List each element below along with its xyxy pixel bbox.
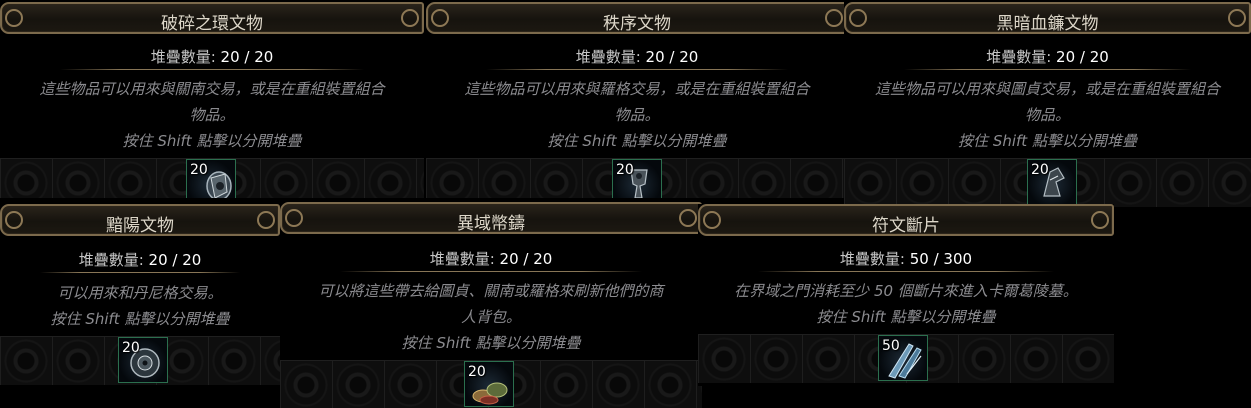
item-slot[interactable]: 20: [186, 159, 236, 198]
tooltip-exotic-coinage: 異域幣鑄 堆疊數量: 20 / 20 可以將這些帶去給圖貞、關南或羅格來刷新他們…: [280, 202, 702, 408]
stack-label: 堆疊數量:: [986, 48, 1057, 66]
stack-label: 堆疊數量:: [839, 250, 910, 268]
stack-label: 堆疊數量:: [575, 48, 646, 66]
separator: [758, 271, 1054, 272]
stack-quantity: 20: [122, 340, 140, 356]
description-line: 在界域之門消耗至少 50 個斷片來進入卡爾葛陵墓。: [734, 282, 1078, 300]
separator: [486, 69, 788, 70]
stack-value: 50 / 300: [909, 250, 973, 268]
stack-size: 堆疊數量: 20 / 20: [0, 46, 424, 67]
split-stack-hint: 按住 Shift 點擊以分開堆疊: [401, 334, 581, 352]
tooltip-header: 秩序文物: [426, 2, 848, 34]
item-slot[interactable]: 20: [118, 337, 168, 383]
stack-value: 20 / 20: [1056, 48, 1109, 66]
stack-quantity: 50: [882, 338, 900, 354]
item-slot[interactable]: 50: [878, 335, 928, 381]
item-title: 黑暗血鐮文物: [996, 14, 1099, 34]
item-slot[interactable]: 20: [1027, 159, 1077, 205]
stack-value: 20 / 20: [148, 251, 202, 269]
description-line: 這些物品可以用來與羅格交易，或是在重組裝置組合: [464, 80, 810, 98]
split-stack-hint: 按住 Shift 點擊以分開堆疊: [50, 310, 230, 328]
stack-size: 堆疊數量: 20 / 20: [0, 249, 280, 270]
item-title: 符文斷片: [872, 216, 940, 236]
tooltip-order-artifact: 秩序文物 堆疊數量: 20 / 20 這些物品可以用來與羅格交易，或是在重組裝置…: [426, 2, 848, 198]
tooltip-header: 黯陽文物: [0, 204, 280, 236]
stack-label: 堆疊數量:: [429, 250, 500, 268]
tooltip-sun-artifact: 黯陽文物 堆疊數量: 20 / 20 可以用來和丹尼格交易。 按住 Shift …: [0, 204, 280, 388]
description-line: 這些物品可以用來與圖貞交易，或是在重組裝置組合: [874, 80, 1220, 98]
tooltip-rune-shard: 符文斷片 堆疊數量: 50 / 300 在界域之門消耗至少 50 個斷片來進入卡…: [698, 204, 1114, 386]
description-line: 可以將這些帶去給圖貞、關南或羅格來刷新他們的商: [318, 282, 664, 300]
item-title: 破碎之環文物: [161, 14, 263, 34]
stack-size: 堆疊數量: 20 / 20: [844, 46, 1251, 67]
item-title: 異域幣鑄: [457, 214, 525, 234]
item-slot[interactable]: 20: [612, 159, 662, 198]
tooltip-header: 破碎之環文物: [0, 2, 424, 34]
stack-value: 20 / 20: [499, 250, 553, 268]
item-title: 黯陽文物: [106, 216, 174, 236]
tooltip-header: 黑暗血鐮文物: [844, 2, 1251, 34]
tooltip-shattered-ring-artifact: 破碎之環文物 堆疊數量: 20 / 20 這些物品可以用來與關南交易，或是在重組…: [0, 2, 424, 198]
split-stack-hint: 按住 Shift 點擊以分開堆疊: [816, 308, 996, 326]
description-line: 物品。: [1024, 106, 1070, 124]
separator: [904, 69, 1191, 70]
description-line: 可以用來和丹尼格交易。: [57, 284, 223, 302]
separator: [340, 271, 642, 272]
stack-size: 堆疊數量: 50 / 300: [698, 248, 1114, 269]
stack-size: 堆疊數量: 20 / 20: [426, 46, 848, 67]
split-stack-hint: 按住 Shift 點擊以分開堆疊: [122, 132, 302, 150]
stack-label: 堆疊數量:: [78, 251, 149, 269]
stack-label: 堆疊數量:: [150, 48, 221, 66]
item-title: 秩序文物: [603, 14, 671, 34]
description-line: 人背包。: [460, 308, 521, 326]
stack-value: 20 / 20: [220, 48, 274, 66]
separator: [60, 69, 364, 70]
tooltip-header: 異域幣鑄: [280, 202, 702, 234]
description-line: 物品。: [614, 106, 660, 124]
tooltip-black-scythe-artifact: 黑暗血鐮文物 堆疊數量: 20 / 20 這些物品可以用來與圖貞交易，或是在重組…: [844, 2, 1251, 212]
description-line: 物品。: [189, 106, 235, 124]
stack-quantity: 20: [190, 162, 208, 178]
stack-value: 20 / 20: [645, 48, 699, 66]
tooltip-header: 符文斷片: [698, 204, 1114, 236]
split-stack-hint: 按住 Shift 點擊以分開堆疊: [547, 132, 727, 150]
item-slot[interactable]: 20: [464, 361, 514, 407]
stack-size: 堆疊數量: 20 / 20: [280, 248, 702, 269]
stack-quantity: 20: [468, 364, 486, 380]
separator: [40, 272, 240, 273]
description-line: 這些物品可以用來與關南交易，或是在重組裝置組合: [39, 80, 385, 98]
stack-quantity: 20: [616, 162, 634, 178]
split-stack-hint: 按住 Shift 點擊以分開堆疊: [958, 132, 1137, 150]
stack-quantity: 20: [1031, 162, 1049, 178]
